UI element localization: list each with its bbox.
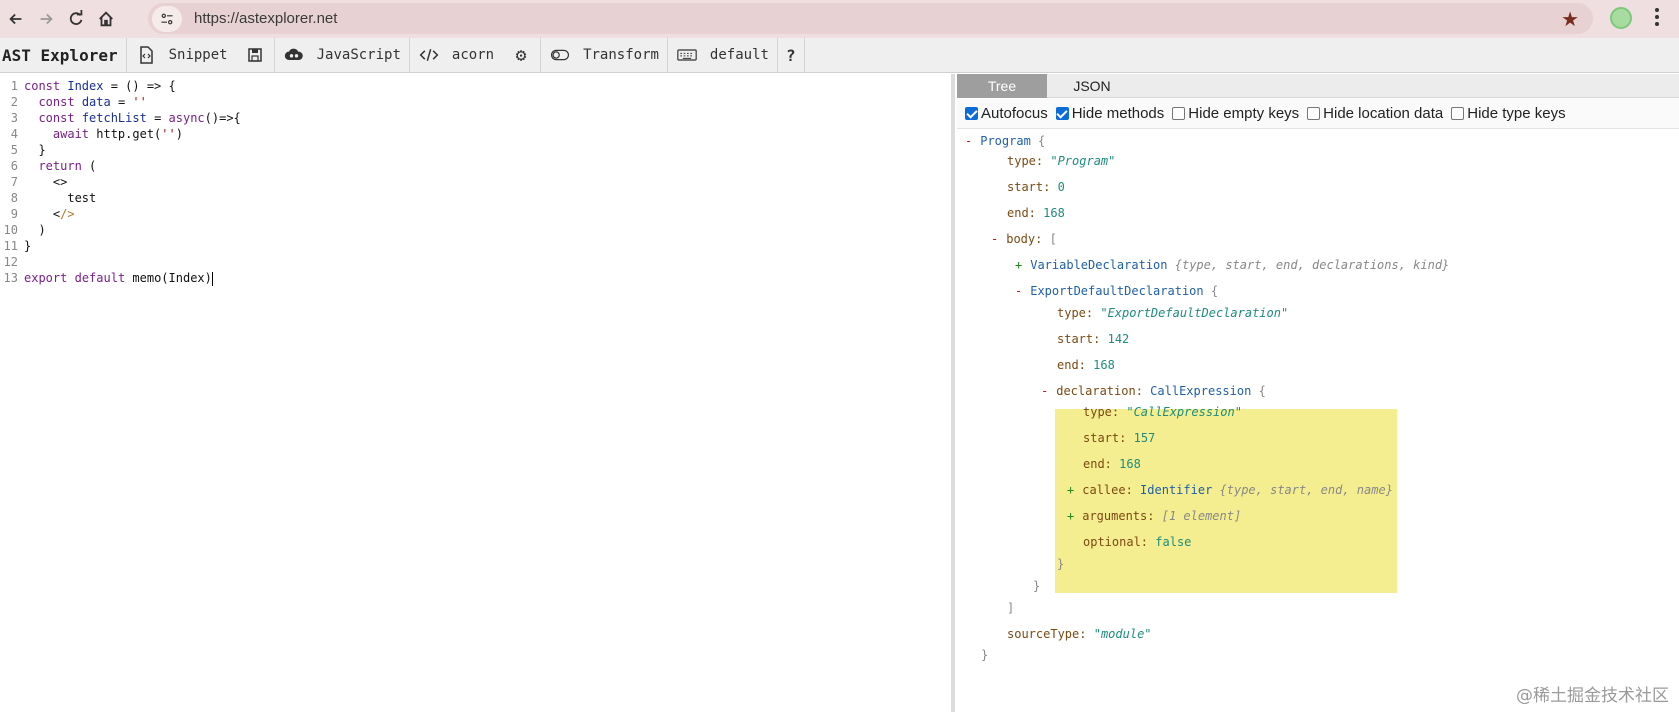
code-line: 10 ) xyxy=(3,223,46,237)
code-line: 2 const data = '' xyxy=(10,95,147,109)
option-hide-location-data[interactable]: Hide location data xyxy=(1307,105,1443,122)
hide-empty-keys-checkbox[interactable] xyxy=(1172,107,1186,120)
tree-node-export-default-declaration[interactable]: - ExportDefaultDeclaration { xyxy=(1015,282,1218,300)
code-editor[interactable]: 1 const Index = () => { 2 const data = ''… xyxy=(0,74,955,712)
code-line: 6 return ( xyxy=(10,159,97,173)
save-icon xyxy=(244,45,266,65)
file-code-icon xyxy=(135,45,157,65)
hide-methods-checkbox[interactable] xyxy=(1055,107,1069,120)
home-icon xyxy=(99,11,113,27)
reload-icon xyxy=(69,10,83,25)
tree-node-callee[interactable]: + callee: Identifier {type, start, end, n… xyxy=(1067,481,1393,499)
tree-node-body[interactable]: - body: [ xyxy=(991,230,1057,248)
keymap-select[interactable]: default xyxy=(668,38,777,73)
tree-node-variable-declaration[interactable]: + VariableDeclaration {type, start, end, … xyxy=(1015,256,1449,274)
hide-location-data-checkbox[interactable] xyxy=(1307,107,1321,120)
code-line: 7 <> xyxy=(10,175,68,189)
tree-close: } xyxy=(1033,579,1041,593)
tree-prop: sourceType: "module" xyxy=(1007,627,1152,641)
extension-icon[interactable] xyxy=(1610,7,1632,29)
option-autofocus[interactable]: Autofocus xyxy=(965,105,1048,122)
code-line: 5 } xyxy=(10,143,46,157)
help-button[interactable]: ? xyxy=(778,38,804,73)
back-button[interactable] xyxy=(2,5,30,33)
expand-toggle[interactable]: + xyxy=(1067,509,1074,523)
transform-toggle[interactable]: Transform xyxy=(541,38,667,73)
collapse-toggle[interactable]: - xyxy=(1015,284,1022,298)
parser-settings-button[interactable]: ⚙ xyxy=(502,38,540,73)
code-line: 4 await http.get('') xyxy=(10,127,183,141)
address-bar[interactable]: https://astexplorer.net ★ xyxy=(148,3,1593,34)
collapse-toggle[interactable]: - xyxy=(965,134,972,148)
tree-prop: type: "Program" xyxy=(1007,154,1116,168)
hide-type-keys-checkbox[interactable] xyxy=(1451,107,1465,120)
option-hide-methods[interactable]: Hide methods xyxy=(1055,105,1164,122)
code-line: 11} xyxy=(3,239,32,253)
tree-prop: start: 142 xyxy=(1057,332,1130,346)
snippet-button[interactable]: Snippet xyxy=(127,38,236,73)
tree-node-program[interactable]: - Program { xyxy=(965,132,1045,150)
watermark: @稀土掘金技术社区 xyxy=(1516,686,1669,706)
ast-panel: Tree JSON Autofocus Hide methods Hide em… xyxy=(957,74,1679,712)
tree-node-declaration[interactable]: - declaration: CallExpression { xyxy=(1041,382,1266,400)
tree-prop: end: 168 xyxy=(1057,358,1115,372)
url-text: https://astexplorer.net xyxy=(194,10,338,27)
option-hide-type-keys[interactable]: Hide type keys xyxy=(1451,105,1566,122)
expand-toggle[interactable]: + xyxy=(1015,258,1022,272)
parser-select[interactable]: acorn xyxy=(410,38,502,73)
snippet-label: Snippet xyxy=(168,47,228,63)
forward-button[interactable] xyxy=(32,5,60,33)
tree-node-arguments[interactable]: + arguments: [1 element] xyxy=(1067,507,1241,525)
tree-prop: end: 168 xyxy=(1083,457,1141,471)
tree-prop: start: 157 xyxy=(1083,431,1156,445)
parser-label: acorn xyxy=(451,47,495,63)
tree-prop: end: 168 xyxy=(1007,206,1065,220)
help-icon: ? xyxy=(785,45,796,65)
text-cursor xyxy=(211,271,213,286)
tree-close: ] xyxy=(1007,601,1015,615)
app-toolbar: AST Explorer Snippet JavaScript acorn ⚙ … xyxy=(0,37,1679,73)
keyboard-icon xyxy=(676,45,698,65)
ast-tree: - Program { type: "Program" start: 0 end:… xyxy=(957,130,1679,712)
code-icon xyxy=(418,45,440,65)
code-line: 3 const fetchList = async()=>{ xyxy=(10,111,241,125)
tree-prop: type: "CallExpression" xyxy=(1083,405,1242,419)
code-line: 9 </> xyxy=(10,207,75,221)
tree-prop: optional: false xyxy=(1083,535,1192,549)
autofocus-checkbox[interactable] xyxy=(965,107,978,120)
save-button[interactable] xyxy=(236,38,274,73)
code-line: 12 xyxy=(3,255,18,269)
cloud-icon xyxy=(283,45,305,65)
app-title: AST Explorer xyxy=(2,45,118,65)
browser-menu-icon[interactable] xyxy=(1655,8,1661,29)
language-select[interactable]: JavaScript xyxy=(275,38,409,73)
code-line: 8 test xyxy=(10,191,97,205)
tree-options: Autofocus Hide methods Hide empty keys H… xyxy=(957,99,1679,129)
tree-close: } xyxy=(981,648,989,662)
collapse-toggle[interactable]: - xyxy=(991,232,998,246)
tree-prop: start: 0 xyxy=(1007,180,1065,194)
tab-json[interactable]: JSON xyxy=(1047,74,1137,98)
code-line: 13 export default memo(Index) xyxy=(3,271,213,286)
tree-close: } xyxy=(1057,557,1065,571)
bookmark-star-icon[interactable]: ★ xyxy=(1561,7,1579,32)
collapse-toggle[interactable]: - xyxy=(1041,384,1048,398)
expand-toggle[interactable]: + xyxy=(1067,483,1074,497)
tab-tree[interactable]: Tree xyxy=(957,74,1047,98)
output-tabs: Tree JSON xyxy=(957,74,1679,98)
reload-button[interactable] xyxy=(62,5,90,33)
back-arrow-icon xyxy=(9,13,22,25)
toggle-icon xyxy=(549,45,571,65)
language-label: JavaScript xyxy=(316,47,401,63)
browser-chrome: https://astexplorer.net ★ xyxy=(0,0,1679,38)
gear-icon: ⚙ xyxy=(515,44,527,66)
forward-arrow-icon xyxy=(40,13,53,25)
keymap-label: default xyxy=(709,47,769,63)
site-info-icon[interactable] xyxy=(152,5,182,32)
home-button[interactable] xyxy=(92,5,120,33)
tree-prop: type: "ExportDefaultDeclaration" xyxy=(1057,306,1289,320)
transform-label: Transform xyxy=(583,47,659,63)
code-line: 1 const Index = () => { xyxy=(10,79,176,93)
option-hide-empty-keys[interactable]: Hide empty keys xyxy=(1172,105,1299,122)
